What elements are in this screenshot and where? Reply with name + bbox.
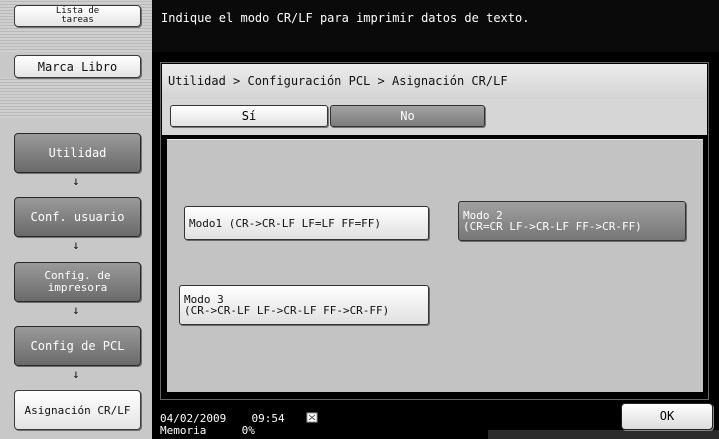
breadcrumb-step-user-settings[interactable]: Conf. usuario xyxy=(14,197,141,237)
bottom-strip xyxy=(488,430,719,439)
status-area: 04/02/2009 09:54 Memoria 0% xyxy=(160,405,490,439)
main-panel: Utilidad > Configuración PCL > Asignació… xyxy=(160,62,709,400)
memory-value: 0% xyxy=(241,424,255,437)
mode-3-button[interactable]: Modo 3 (CR->CR-LF LF->CR-LF FF->CR-FF) xyxy=(179,285,429,325)
yes-no-tabs: Sí No xyxy=(162,99,707,135)
mode-1-label: Modo1 (CR->CR-LF LF=LF FF=FF) xyxy=(189,216,382,230)
step-arrow-3: ↓ xyxy=(72,303,80,317)
status-time: 09:54 xyxy=(251,412,285,425)
status-line-2: Memoria 0% xyxy=(160,425,490,437)
memory-label: Memoria xyxy=(160,424,207,437)
step-arrow-2: ↓ xyxy=(72,238,80,252)
tab-no[interactable]: No xyxy=(330,105,485,127)
job-list-button[interactable]: Lista de tareas xyxy=(14,5,141,27)
breadcrumb: Utilidad > Configuración PCL > Asignació… xyxy=(162,64,707,99)
memory-chip-icon xyxy=(306,412,318,423)
mode-1-button[interactable]: Modo1 (CR->CR-LF LF=LF FF=FF) xyxy=(184,206,429,240)
message-bar: Indique el modo CR/LF para imprimir dato… xyxy=(152,0,719,52)
tab-yes[interactable]: Sí xyxy=(170,105,328,127)
breadcrumb-step-pcl-settings[interactable]: Config de PCL xyxy=(14,326,141,366)
instruction-message: Indique el modo CR/LF para imprimir dato… xyxy=(161,11,530,25)
mode-2-button[interactable]: Modo 2 (CR=CR LF->CR-LF FF->CR-FF) xyxy=(458,201,686,241)
sidebar-mid-hatch xyxy=(0,78,152,118)
step-arrow-1: ↓ xyxy=(72,174,80,188)
bookmark-button[interactable]: Marca Libro xyxy=(14,55,141,78)
mode-3-description: (CR->CR-LF LF->CR-LF FF->CR-FF) xyxy=(184,304,390,317)
breadcrumb-step-crlf-mapping[interactable]: Asignación CR/LF xyxy=(14,390,141,430)
mode-2-description: (CR=CR LF->CR-LF FF->CR-FF) xyxy=(463,220,642,233)
ok-button[interactable]: OK xyxy=(621,403,713,430)
step-arrow-4: ↓ xyxy=(72,367,80,381)
mode-3-label: Modo 3 (CR->CR-LF LF->CR-LF FF->CR-FF) xyxy=(184,294,389,316)
breadcrumb-step-printer-settings[interactable]: Config. de impresora xyxy=(14,262,141,302)
sidebar: Lista de tareas Marca Libro Utilidad ↓ C… xyxy=(0,0,152,439)
mode-2-label: Modo 2 (CR=CR LF->CR-LF FF->CR-FF) xyxy=(463,210,642,232)
breadcrumb-step-utility[interactable]: Utilidad xyxy=(14,133,141,173)
mode-options-area: Modo1 (CR->CR-LF LF=LF FF=FF) Modo 2 (CR… xyxy=(167,139,703,392)
